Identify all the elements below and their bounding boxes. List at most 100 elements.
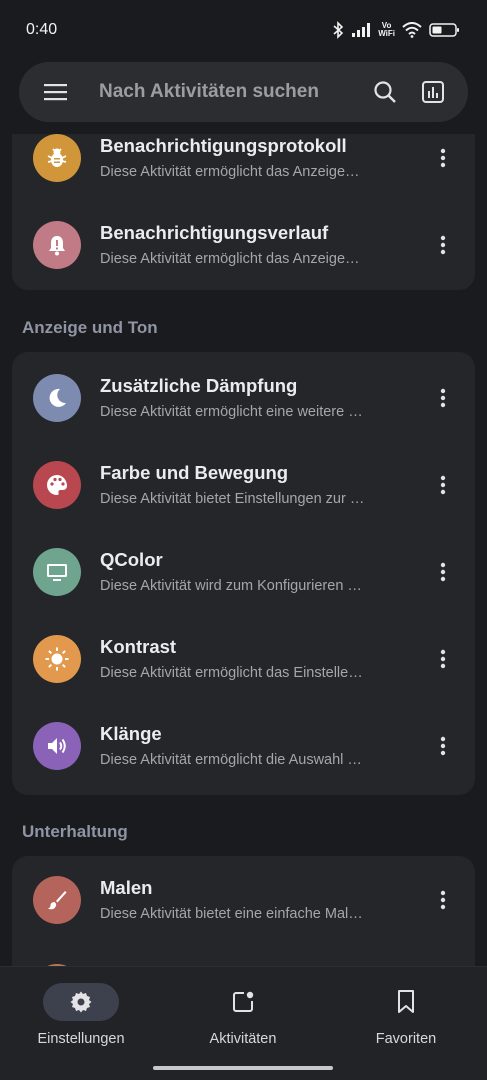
- item-subtitle: Diese Aktivität ermöglicht die Auswahl …: [100, 752, 362, 768]
- item-subtitle: Diese Aktivität bietet eine einfache Mal…: [100, 906, 363, 922]
- nav-label: Favoriten: [375, 1031, 437, 1047]
- more-vert-icon: [440, 649, 446, 668]
- list-item[interactable]: Malen Diese Aktivität bietet eine einfac…: [12, 856, 475, 943]
- item-icon-container: [33, 134, 81, 182]
- menu-icon: [44, 84, 67, 101]
- card-notifications: Benachrichtigungsprotokoll Diese Aktivit…: [12, 134, 475, 290]
- item-title: Kontrast: [100, 636, 177, 657]
- sun-icon: [45, 647, 69, 670]
- more-options-button[interactable]: [431, 641, 455, 677]
- more-options-button[interactable]: [431, 140, 455, 176]
- item-text: Benachrichtigungsverlauf Diese Aktivität…: [100, 222, 400, 267]
- item-icon-container: [33, 460, 81, 509]
- search-button[interactable]: [368, 75, 402, 109]
- wifi-icon: [402, 22, 422, 38]
- chart-icon: [422, 81, 444, 103]
- bookmark-icon: [398, 990, 414, 1013]
- status-bar: 0:40 Vo WiFi: [0, 0, 487, 60]
- item-text: Kontrast Diese Aktivität ermöglicht das …: [100, 636, 400, 681]
- item-icon-container: [33, 373, 81, 422]
- statistics-button[interactable]: [416, 75, 450, 109]
- vowifi-indicator: Vo WiFi: [378, 22, 395, 38]
- item-icon-container: [33, 220, 81, 269]
- item-icon-container: [33, 634, 81, 683]
- home-indicator[interactable]: [153, 1066, 333, 1070]
- item-subtitle: Diese Aktivität wird zum Konfigurieren …: [100, 578, 362, 594]
- list-item[interactable]: Klänge Diese Aktivität ermöglicht die Au…: [12, 702, 475, 789]
- list-item[interactable]: QColor Diese Aktivität wird zum Konfigur…: [12, 528, 475, 615]
- palette-icon: [47, 474, 67, 495]
- bottom-navigation: Einstellungen Aktivitäten Favoriten: [0, 966, 487, 1080]
- signal-icon: [352, 23, 371, 37]
- more-options-button[interactable]: [431, 380, 455, 416]
- more-vert-icon: [440, 388, 446, 407]
- item-text: Zusätzliche Dämpfung Diese Aktivität erm…: [100, 375, 400, 420]
- battery-icon: [429, 23, 459, 37]
- item-text: QColor Diese Aktivität wird zum Konfigur…: [100, 549, 400, 594]
- nav-label: Aktivitäten: [209, 1031, 277, 1047]
- item-title: QColor: [100, 549, 163, 570]
- menu-button[interactable]: [41, 77, 71, 107]
- list-item[interactable]: Kontrast Diese Aktivität ermöglicht das …: [12, 615, 475, 702]
- more-options-button[interactable]: [431, 227, 455, 263]
- section-title-entertainment: Unterhaltung: [22, 822, 128, 841]
- item-title: Benachrichtigungsverlauf: [100, 222, 329, 243]
- more-vert-icon: [440, 148, 446, 167]
- nav-indicator: [368, 983, 444, 1021]
- item-text: Malen Diese Aktivität bietet eine einfac…: [100, 877, 400, 922]
- bell-icon: [49, 235, 65, 255]
- list-item[interactable]: Benachrichtigungsverlauf Diese Aktivität…: [12, 201, 475, 288]
- item-title: Malen: [100, 877, 153, 898]
- search-icon: [374, 81, 396, 103]
- status-time: 0:40: [26, 21, 58, 38]
- more-options-button[interactable]: [431, 467, 455, 503]
- more-vert-icon: [440, 235, 446, 254]
- vowifi-bottom: WiFi: [378, 29, 395, 38]
- item-subtitle: Diese Aktivität ermöglicht das Anzeige…: [100, 251, 360, 267]
- search-input[interactable]: Nach Aktivitäten suchen: [99, 81, 354, 103]
- list-item[interactable]: Farbe und Bewegung Diese Aktivität biete…: [12, 441, 475, 528]
- card-entertainment: Malen Diese Aktivität bietet eine einfac…: [12, 856, 475, 966]
- item-icon-container: [33, 547, 81, 596]
- moon-icon: [49, 388, 66, 407]
- search-bar: Nach Aktivitäten suchen: [19, 62, 468, 122]
- item-text: Benachrichtigungsprotokoll Diese Aktivit…: [100, 135, 400, 180]
- item-title: Klänge: [100, 723, 162, 744]
- more-options-button[interactable]: [431, 554, 455, 590]
- item-text: Klänge Diese Aktivität ermöglicht die Au…: [100, 723, 400, 768]
- nav-settings[interactable]: Einstellungen: [6, 983, 156, 1047]
- status-icons: Vo WiFi: [332, 21, 461, 39]
- list-item[interactable]: Zusätzliche Dämpfung Diese Aktivität erm…: [12, 354, 475, 441]
- item-subtitle: Diese Aktivität ermöglicht das Einstelle…: [100, 665, 363, 681]
- more-vert-icon: [440, 475, 446, 494]
- more-vert-icon: [440, 736, 446, 755]
- bug-icon: [47, 147, 67, 167]
- more-options-button[interactable]: [431, 882, 455, 918]
- item-icon-container: [33, 875, 81, 924]
- item-title: Farbe und Bewegung: [100, 462, 289, 483]
- activity-icon: [233, 991, 254, 1012]
- item-icon-container: [33, 721, 81, 770]
- more-vert-icon: [440, 562, 446, 581]
- section-title-display-sound: Anzeige und Ton: [22, 318, 158, 337]
- item-subtitle: Diese Aktivität ermöglicht das Anzeige…: [100, 164, 360, 180]
- gear-icon: [70, 991, 92, 1013]
- nav-indicator: [205, 983, 281, 1021]
- list-item[interactable]: Benachrichtigungsprotokoll Diese Aktivit…: [12, 134, 475, 201]
- more-options-button[interactable]: [431, 728, 455, 764]
- monitor-icon: [47, 563, 67, 581]
- card-display-sound: Zusätzliche Dämpfung Diese Aktivität erm…: [12, 352, 475, 795]
- item-title: Zusätzliche Dämpfung: [100, 375, 298, 396]
- nav-label: Einstellungen: [37, 1031, 125, 1047]
- item-title: Benachrichtigungsprotokoll: [100, 135, 347, 156]
- item-subtitle: Diese Aktivität ermöglicht eine weitere …: [100, 404, 363, 420]
- bluetooth-icon: [333, 21, 344, 39]
- activity-list[interactable]: Benachrichtigungsprotokoll Diese Aktivit…: [0, 134, 487, 966]
- nav-indicator: [43, 983, 119, 1021]
- speaker-icon: [48, 737, 66, 754]
- more-vert-icon: [440, 890, 446, 909]
- nav-favorites[interactable]: Favoriten: [331, 983, 481, 1047]
- brush-icon: [48, 890, 67, 909]
- nav-activities[interactable]: Aktivitäten: [168, 983, 318, 1047]
- item-subtitle: Diese Aktivität bietet Einstellungen zur…: [100, 491, 365, 507]
